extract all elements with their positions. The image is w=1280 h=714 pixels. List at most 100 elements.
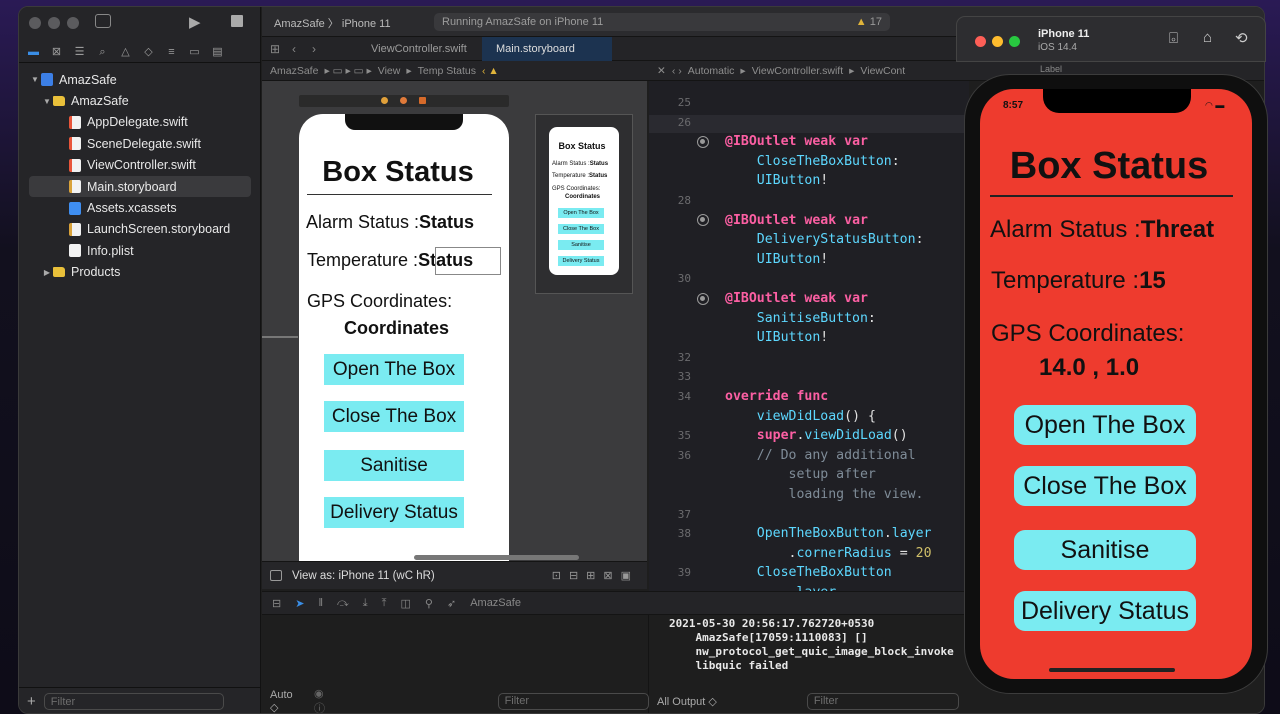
breakpoints-toggle-icon[interactable]: ➤	[295, 597, 304, 610]
outlet-connection-icon[interactable]	[697, 214, 709, 226]
step-in-icon[interactable]: ⤓	[363, 597, 368, 610]
disclosure-open-icon[interactable]: ▼	[41, 97, 53, 106]
selection-handles[interactable]	[435, 247, 501, 275]
screenshot-icon[interactable]: ⌻	[1169, 30, 1178, 47]
output-selector[interactable]: All Output ◇	[657, 695, 717, 708]
scheme-selector[interactable]: AmazSafe 〉 iPhone 11	[274, 15, 391, 31]
memory-graph-icon[interactable]: ⚲	[425, 597, 433, 610]
add-icon[interactable]: +	[27, 693, 36, 710]
alarm-label[interactable]: Alarm Status :	[306, 212, 419, 232]
run-icon[interactable]: ▶	[189, 13, 201, 31]
sim-sanitise-button[interactable]: Sanitise	[1014, 530, 1196, 570]
close-editor-icon[interactable]: ✕	[657, 65, 666, 77]
gps-label[interactable]: GPS Coordinates:	[307, 291, 452, 312]
nav-forward-icon[interactable]: ›	[312, 42, 316, 56]
horizontal-scrollbar[interactable]	[414, 555, 579, 560]
navigator-filter-input[interactable]: Filter	[43, 693, 224, 710]
interface-builder-canvas[interactable]: Box Status Alarm Status :Status Temperat…	[262, 81, 661, 561]
tree-item-group[interactable]: ▼ AmazSafe	[19, 90, 261, 111]
gps-value[interactable]: Coordinates	[344, 318, 449, 339]
tree-item-file[interactable]: Info.plist	[19, 240, 261, 261]
home-indicator[interactable]	[1049, 668, 1175, 672]
outlet-connection-icon[interactable]	[697, 136, 709, 148]
warning-icon[interactable]: ‹ ▲	[482, 65, 499, 77]
layout-tools-icon[interactable]: ⊡⊟⊞⊠▣	[552, 569, 639, 582]
jump-item[interactable]: View	[378, 65, 401, 77]
delivery-status-button[interactable]: Delivery Status	[324, 497, 464, 528]
zoom-window-button[interactable]	[67, 17, 79, 29]
source-control-icon[interactable]: ⊠	[50, 46, 63, 58]
tree-item-project[interactable]: ▼ AmazSafe	[19, 69, 261, 90]
jump-item[interactable]: ViewController.swift	[752, 65, 843, 77]
minimize-window-button[interactable]	[48, 17, 60, 29]
tree-item-file[interactable]: SceneDelegate.swift	[19, 133, 261, 154]
tab-viewcontroller[interactable]: ViewController.swift	[357, 37, 482, 61]
hide-debug-icon[interactable]: ⊟	[272, 597, 281, 610]
close-box-button[interactable]: Close The Box	[324, 401, 464, 432]
sim-zoom-button[interactable]	[1009, 36, 1020, 47]
step-over-icon[interactable]: ⤼	[337, 597, 349, 610]
alarm-value[interactable]: Status	[419, 212, 474, 232]
tree-item-file-selected[interactable]: Main.storyboard	[29, 175, 251, 198]
first-responder-icon[interactable]	[400, 97, 407, 104]
step-out-icon[interactable]: ⤒	[382, 597, 387, 610]
close-window-button[interactable]	[29, 17, 41, 29]
scene-minimap[interactable]: Box Status Alarm Status :Status Temperat…	[535, 114, 633, 294]
tree-item-file[interactable]: ViewController.swift	[19, 155, 261, 176]
jump-item[interactable]: Automatic	[688, 65, 735, 77]
sim-delivery-status-button[interactable]: Delivery Status	[1014, 591, 1196, 631]
sanitise-button[interactable]: Sanitise	[324, 450, 464, 481]
jump-item[interactable]: ViewCont	[860, 65, 905, 77]
symbol-icon[interactable]: ☰	[73, 46, 86, 58]
view-hierarchy-icon[interactable]: ◫	[401, 597, 411, 610]
grid-icon[interactable]: ⊞	[270, 42, 280, 56]
document-outline-icon[interactable]	[270, 570, 282, 581]
variables-filter-input[interactable]: Filter	[497, 692, 649, 710]
test-icon[interactable]: ◇	[142, 46, 155, 58]
eye-icon[interactable]: ◉ ⓘ	[314, 687, 338, 714]
tree-item-file[interactable]: Assets.xcassets	[19, 197, 261, 218]
open-box-button[interactable]: Open The Box	[324, 354, 464, 385]
disclosure-closed-icon[interactable]: ▶	[41, 268, 53, 277]
code-editor[interactable]: 25 26 @IBOutlet weak var CloseTheBoxButton…	[649, 81, 969, 600]
console-filter-input[interactable]: Filter	[806, 692, 959, 710]
tree-item-file[interactable]: LaunchScreen.storyboard	[19, 219, 261, 240]
folder-icon[interactable]: ▬	[27, 46, 40, 58]
home-icon[interactable]: ⌂	[1203, 29, 1212, 46]
search-icon[interactable]: ⌕	[96, 46, 109, 58]
storyboard-scene[interactable]: Box Status Alarm Status :Status Temperat…	[299, 114, 509, 561]
warning-icon[interactable]: ▲ 17	[856, 16, 882, 28]
stop-icon[interactable]	[231, 15, 243, 27]
entry-point-arrow	[262, 336, 298, 338]
rotate-icon[interactable]: ⟲	[1235, 29, 1248, 47]
location-icon[interactable]: ➶	[447, 597, 456, 610]
view-as-label[interactable]: View as: iPhone 11 (wC hR)	[292, 570, 435, 582]
warning-icon[interactable]: △	[119, 46, 132, 58]
tree-item-file[interactable]: AppDelegate.swift	[19, 112, 261, 133]
view-controller-icon[interactable]	[381, 97, 388, 104]
tab-main-storyboard[interactable]: Main.storyboard	[482, 37, 612, 61]
simulator-screen[interactable]: 8:57 ◠ ▬ Box Status Alarm Status :Threat…	[980, 89, 1252, 679]
sim-close-box-button[interactable]: Close The Box	[1014, 466, 1196, 506]
auto-selector[interactable]: Auto ◇	[270, 689, 304, 714]
outlet-connection-icon[interactable]	[697, 293, 709, 305]
debug-icon[interactable]: ≡	[165, 46, 178, 58]
sim-open-box-button[interactable]: Open The Box	[1014, 405, 1196, 445]
disclosure-open-icon[interactable]: ▼	[29, 75, 41, 84]
console-line: libquic failed	[669, 659, 789, 672]
console-line: 2021-05-30 20:56:17.762720+0530	[669, 617, 875, 630]
sim-close-button[interactable]	[975, 36, 986, 47]
pause-icon[interactable]: ‖	[318, 597, 323, 609]
title-label[interactable]: Box Status	[299, 156, 497, 189]
nav-back-icon[interactable]: ‹	[292, 42, 296, 56]
exit-icon[interactable]	[419, 97, 426, 104]
breakpoint-icon[interactable]: ▭	[188, 46, 201, 58]
sidebar-toggle-icon[interactable]	[95, 14, 111, 28]
report-icon[interactable]: ▤	[211, 46, 224, 58]
jump-item[interactable]: Temp Status	[418, 65, 476, 77]
sim-minimize-button[interactable]	[992, 36, 1003, 47]
line-number: 34	[677, 390, 691, 403]
tree-item-products[interactable]: ▶ Products	[19, 262, 261, 283]
jump-item[interactable]: AmazSafe	[270, 65, 318, 77]
temperature-label[interactable]: Temperature :	[307, 250, 418, 270]
